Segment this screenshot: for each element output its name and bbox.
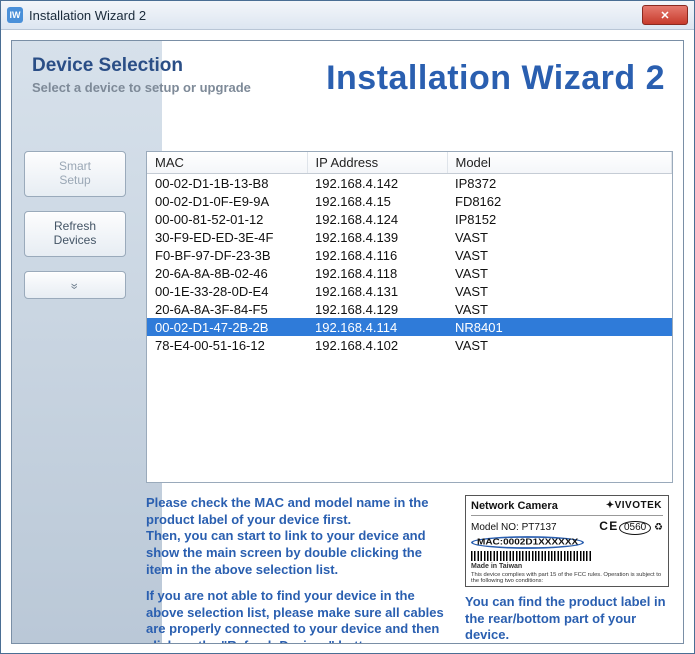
refresh-devices-button[interactable]: Refresh Devices	[24, 211, 126, 257]
cell-mac: 00-00-81-52-01-12	[147, 210, 307, 228]
help-paragraph-1: Please check the MAC and model name in t…	[146, 495, 449, 578]
sidebar-gradient	[12, 41, 162, 643]
table-row[interactable]: 00-02-D1-47-2B-2B192.168.4.114NR8401	[147, 318, 672, 336]
cell-ip: 192.168.4.116	[307, 246, 447, 264]
table-row[interactable]: 20-6A-8A-3F-84-F5192.168.4.129VAST	[147, 300, 672, 318]
col-model[interactable]: Model	[447, 152, 672, 174]
cell-mac: 20-6A-8A-3F-84-F5	[147, 300, 307, 318]
cell-model: VAST	[447, 282, 672, 300]
table-row[interactable]: 00-02-D1-1B-13-B8192.168.4.142IP8372	[147, 174, 672, 193]
cell-mac: F0-BF-97-DF-23-3B	[147, 246, 307, 264]
label-caption: You can find the product label in the re…	[465, 594, 673, 644]
refresh-label-1: Refresh	[54, 220, 96, 234]
cell-mac: 00-02-D1-1B-13-B8	[147, 174, 307, 193]
label-fine-print-1: This device complies with part 15 of the…	[471, 572, 663, 584]
cell-mac: 00-02-D1-47-2B-2B	[147, 318, 307, 336]
table-header-row[interactable]: MAC IP Address Model	[147, 152, 672, 174]
ce-mark-icon: C E	[599, 519, 616, 533]
label-model-no: Model NO: PT7137	[471, 522, 557, 533]
barcode-icon	[471, 551, 591, 561]
close-icon: ✕	[660, 9, 669, 22]
main-panel: Device Selection Select a device to setu…	[11, 40, 684, 644]
table-row[interactable]: 00-1E-33-28-0D-E4192.168.4.131VAST	[147, 282, 672, 300]
main-area: MAC IP Address Model 00-02-D1-1B-13-B819…	[146, 151, 673, 644]
cell-model: VAST	[447, 246, 672, 264]
product-label-box: Network Camera ✦VIVOTEK Model NO: PT7137…	[465, 495, 673, 644]
cell-mac: 20-6A-8A-8B-02-46	[147, 264, 307, 282]
cell-mac: 78-E4-00-51-16-12	[147, 336, 307, 354]
titlebar: IW Installation Wizard 2 ✕	[1, 1, 694, 30]
product-label: Network Camera ✦VIVOTEK Model NO: PT7137…	[465, 495, 669, 587]
table-row[interactable]: F0-BF-97-DF-23-3B192.168.4.116VAST	[147, 246, 672, 264]
cell-mac: 00-1E-33-28-0D-E4	[147, 282, 307, 300]
cell-model: FD8162	[447, 192, 672, 210]
refresh-label-2: Devices	[54, 234, 97, 248]
label-brand: ✦VIVOTEK	[606, 500, 662, 511]
cell-model: VAST	[447, 300, 672, 318]
table-row[interactable]: 00-00-81-52-01-12192.168.4.124IP8152	[147, 210, 672, 228]
cell-model: VAST	[447, 264, 672, 282]
label-mac: MAC:0002D1XXXXXX	[471, 536, 584, 549]
smart-setup-label-2: Setup	[59, 174, 90, 188]
cell-ip: 192.168.4.142	[307, 174, 447, 193]
cell-ip: 192.168.4.118	[307, 264, 447, 282]
cell-model: IP8152	[447, 210, 672, 228]
device-table[interactable]: MAC IP Address Model 00-02-D1-1B-13-B819…	[146, 151, 673, 483]
cell-model: NR8401	[447, 318, 672, 336]
wizard-big-title: Installation Wizard 2	[326, 59, 665, 98]
smart-setup-button[interactable]: Smart Setup	[24, 151, 126, 197]
smart-setup-label-1: Smart	[59, 160, 91, 174]
cell-model: VAST	[447, 228, 672, 246]
table-row[interactable]: 00-02-D1-0F-E9-9A192.168.4.15FD8162	[147, 192, 672, 210]
label-fine-print-2: (1)This device may not cause harmful int…	[471, 587, 663, 588]
cell-ip: 192.168.4.129	[307, 300, 447, 318]
help-area: Please check the MAC and model name in t…	[146, 495, 673, 644]
cell-model: VAST	[447, 336, 672, 354]
cell-model: IP8372	[447, 174, 672, 193]
cell-ip: 192.168.4.139	[307, 228, 447, 246]
sidebar: Smart Setup Refresh Devices »	[20, 151, 130, 313]
window-title: Installation Wizard 2	[29, 8, 642, 23]
recycle-icon: ♻	[654, 522, 663, 533]
col-ip[interactable]: IP Address	[307, 152, 447, 174]
close-button[interactable]: ✕	[642, 5, 688, 25]
label-made-in: Made in Taiwan	[471, 563, 663, 570]
content-frame: Device Selection Select a device to setu…	[1, 30, 694, 654]
app-window: IW Installation Wizard 2 ✕ Device Select…	[0, 0, 695, 654]
cell-mac: 30-F9-ED-ED-3E-4F	[147, 228, 307, 246]
expand-button[interactable]: »	[24, 271, 126, 299]
table-row[interactable]: 78-E4-00-51-16-12192.168.4.102VAST	[147, 336, 672, 354]
cell-ip: 192.168.4.114	[307, 318, 447, 336]
cell-mac: 00-02-D1-0F-E9-9A	[147, 192, 307, 210]
help-paragraph-2: If you are not able to find your device …	[146, 588, 449, 644]
table-row[interactable]: 20-6A-8A-8B-02-46192.168.4.118VAST	[147, 264, 672, 282]
help-text: Please check the MAC and model name in t…	[146, 495, 449, 644]
cell-ip: 192.168.4.102	[307, 336, 447, 354]
cell-ip: 192.168.4.131	[307, 282, 447, 300]
label-title: Network Camera	[471, 500, 558, 512]
cell-ip: 192.168.4.124	[307, 210, 447, 228]
label-oval-number: 0560	[619, 521, 651, 535]
col-mac[interactable]: MAC	[147, 152, 307, 174]
table-row[interactable]: 30-F9-ED-ED-3E-4F192.168.4.139VAST	[147, 228, 672, 246]
app-icon: IW	[7, 7, 23, 23]
cell-ip: 192.168.4.15	[307, 192, 447, 210]
chevron-down-icon: »	[67, 283, 83, 287]
